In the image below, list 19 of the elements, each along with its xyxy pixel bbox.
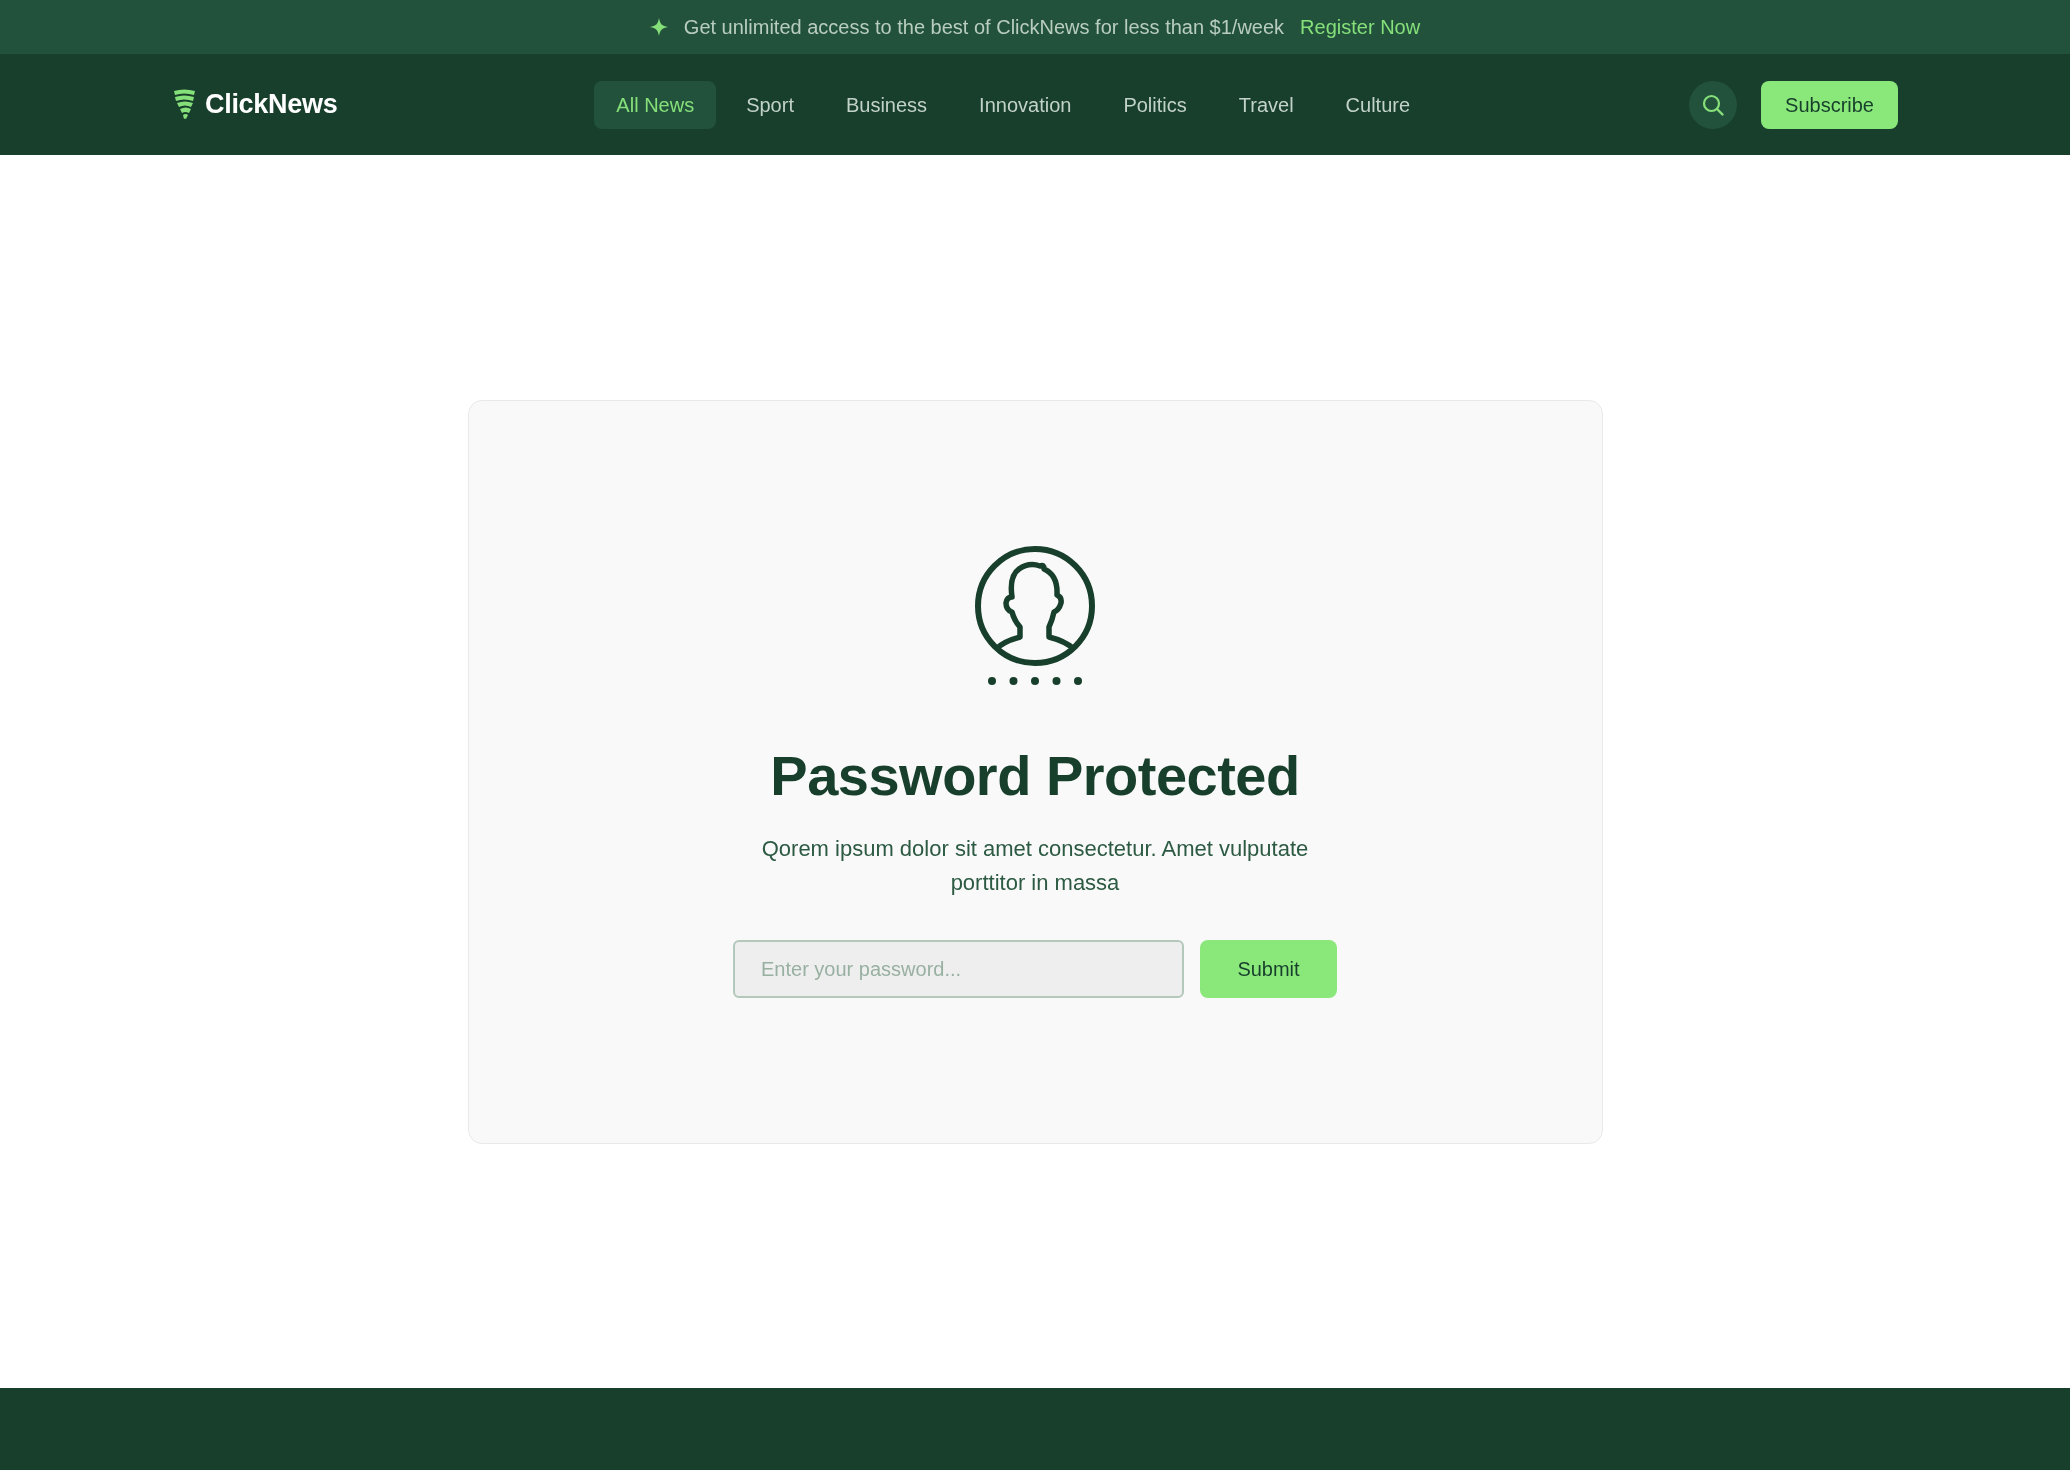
nav-link[interactable]: Business	[823, 80, 950, 129]
logo-icon	[172, 89, 197, 120]
nav-link[interactable]: All News	[594, 80, 717, 129]
submit-button[interactable]: Submit	[1200, 940, 1337, 999]
nav-link[interactable]: Travel	[1216, 80, 1316, 129]
nav-link[interactable]: Innovation	[957, 80, 1094, 129]
logo-text: ClickNews	[205, 88, 338, 122]
nav-link[interactable]: Sport	[724, 80, 816, 129]
sparkle-icon	[649, 18, 668, 36]
nav-link[interactable]: Culture	[1323, 80, 1433, 129]
promo-text: Get unlimited access to the best of ClickNews for less than $1/week	[683, 15, 1285, 40]
card-description: Qorem ipsum dolor sit amet consectetur. Amet vulputate porttitor in massa	[760, 835, 1310, 898]
search-icon	[1702, 93, 1725, 116]
password-field[interactable]: Enter your password...	[733, 940, 1184, 999]
subscribe-button[interactable]: Subscribe	[1761, 80, 1898, 129]
register-link[interactable]: Register Now	[1300, 12, 1421, 42]
card-title: Password Protected	[770, 744, 1300, 807]
user-password-icon	[974, 544, 1096, 687]
nav-link[interactable]: Politics	[1101, 80, 1209, 129]
